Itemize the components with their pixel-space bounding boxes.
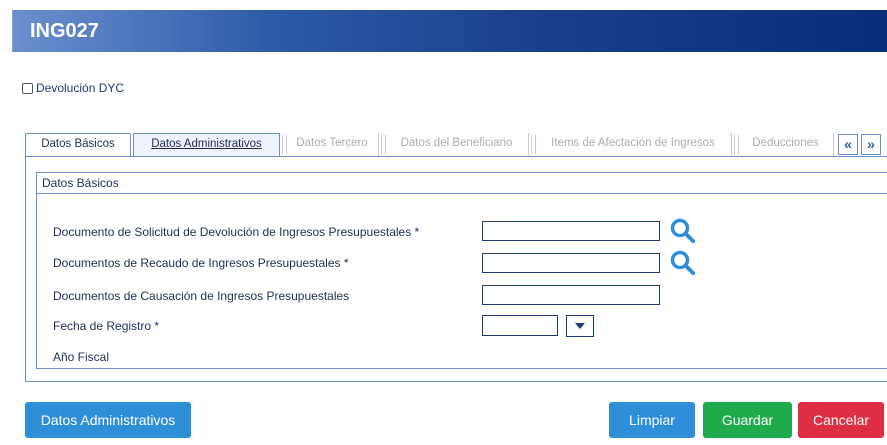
devolucion-dyc-label[interactable]: Devolución DYC xyxy=(36,81,124,95)
tab-deducciones: Deducciones xyxy=(734,133,834,156)
guardar-button[interactable]: Guardar xyxy=(703,402,792,438)
tab-label: Datos Administrativos xyxy=(151,138,262,150)
datos-basicos-section: Datos Básicos Documento de Solicitud de … xyxy=(36,172,887,369)
section-title: Datos Básicos xyxy=(37,173,887,194)
tab-label: Items de Afectación de Ingresos xyxy=(551,137,715,149)
tab-datos-tercero: Datos Tercero xyxy=(282,133,379,156)
window-title: ING027 xyxy=(30,20,99,42)
tab-items-afectacion: Items de Afectación de Ingresos xyxy=(531,133,732,156)
devolucion-dyc-checkbox[interactable] xyxy=(22,82,33,94)
ano-fiscal-label: Año Fiscal xyxy=(53,350,110,364)
datos-administrativos-button[interactable]: Datos Administrativos xyxy=(25,402,191,438)
tab-strip: Datos Básicos Datos Administrativos Dato… xyxy=(25,133,887,157)
cancelar-button[interactable]: Cancelar xyxy=(798,402,884,438)
tab-panel-datos-basicos: Datos Básicos Documento de Solicitud de … xyxy=(25,156,887,382)
fecha-registro-label: Fecha de Registro * xyxy=(53,319,160,333)
title-bar: ING027 xyxy=(12,10,887,52)
search-icon[interactable] xyxy=(669,249,697,277)
tab-datos-basicos[interactable]: Datos Básicos xyxy=(25,133,131,157)
solicitud-devolucion-input[interactable] xyxy=(482,221,660,241)
limpiar-button[interactable]: Limpiar xyxy=(609,402,695,438)
tab-prev-button[interactable]: « xyxy=(838,134,858,155)
tab-label: Datos Básicos xyxy=(41,138,115,150)
tab-label: Datos Tercero xyxy=(296,137,368,149)
fecha-dropdown-button[interactable] xyxy=(566,315,594,337)
search-icon[interactable] xyxy=(669,217,697,245)
recaudo-input[interactable] xyxy=(482,253,660,273)
causacion-label: Documentos de Causación de Ingresos Pres… xyxy=(53,289,350,303)
fecha-registro-input[interactable] xyxy=(482,315,558,336)
tab-datos-administrativos[interactable]: Datos Administrativos xyxy=(133,133,280,156)
recaudo-label: Documentos de Recaudo de Ingresos Presup… xyxy=(53,256,349,270)
causacion-input[interactable] xyxy=(482,285,660,305)
tab-next-button[interactable]: » xyxy=(861,134,881,155)
chevron-down-icon xyxy=(575,323,585,329)
solicitud-devolucion-label: Documento de Solicitud de Devolución de … xyxy=(53,225,420,239)
tab-datos-beneficiario: Datos del Beneficiario xyxy=(381,133,529,156)
devolucion-dyc-row[interactable]: Devolución DYC xyxy=(22,81,124,95)
tab-label: Datos del Beneficiario xyxy=(400,137,513,149)
tab-label: Deducciones xyxy=(752,137,819,149)
